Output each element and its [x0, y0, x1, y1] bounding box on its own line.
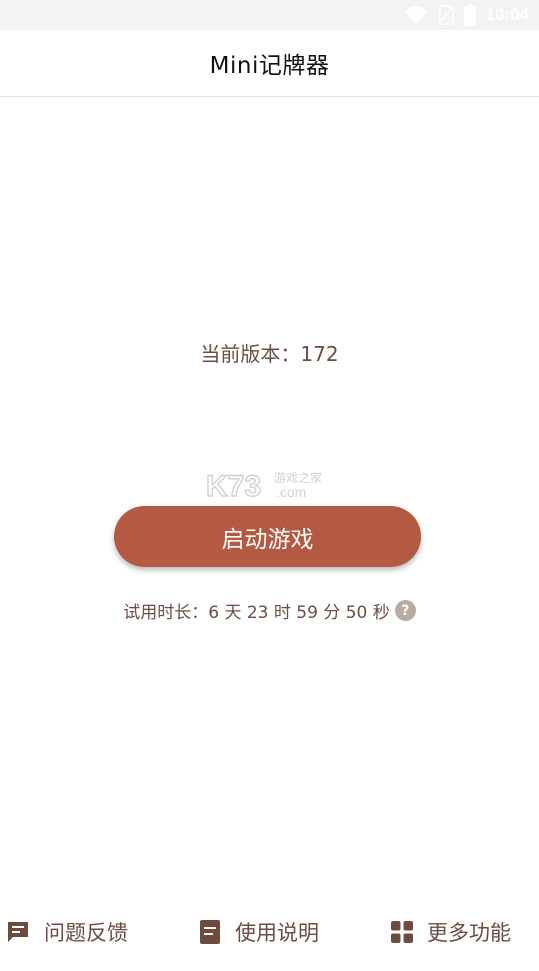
- page-title: Mini记牌器: [209, 53, 330, 79]
- svg-text:.com: .com: [276, 484, 306, 500]
- svg-text:游戏之家: 游戏之家: [274, 470, 322, 485]
- guide-label: 使用说明: [235, 921, 319, 945]
- more-features-label: 更多功能: [427, 921, 511, 945]
- status-icons: 10:04: [404, 3, 529, 27]
- no-sim-icon: [437, 5, 454, 25]
- document-icon: [200, 920, 220, 944]
- status-bar: 10:04: [0, 0, 539, 30]
- grid-icon: [391, 921, 413, 943]
- chat-icon: [8, 922, 28, 942]
- watermark-logo: K73 游戏之家 .com: [205, 468, 334, 506]
- help-icon[interactable]: ?: [394, 600, 416, 621]
- wifi-icon: [404, 6, 427, 24]
- feedback-button[interactable]: 问题反馈: [6, 910, 128, 954]
- svg-text:K73: K73: [206, 470, 261, 502]
- trial-duration: 试用时长：6 天 23 时 59 分 50 秒 ?: [0, 598, 539, 623]
- launch-game-label: 启动游戏: [221, 526, 314, 553]
- battery-icon: [463, 4, 476, 26]
- app-header: Mini记牌器: [0, 30, 539, 97]
- launch-game-button[interactable]: 启动游戏: [114, 506, 421, 567]
- version-text: 当前版本：172: [200, 342, 339, 366]
- feedback-label: 问题反馈: [44, 921, 128, 945]
- more-features-button[interactable]: 更多功能: [391, 910, 511, 954]
- guide-button[interactable]: 使用说明: [199, 910, 319, 954]
- status-time: 10:04: [485, 5, 529, 24]
- bottom-nav: 问题反馈 使用说明 更多功能: [0, 910, 539, 954]
- trial-duration-text: 试用时长：6 天 23 时 59 分 50 秒: [123, 603, 390, 623]
